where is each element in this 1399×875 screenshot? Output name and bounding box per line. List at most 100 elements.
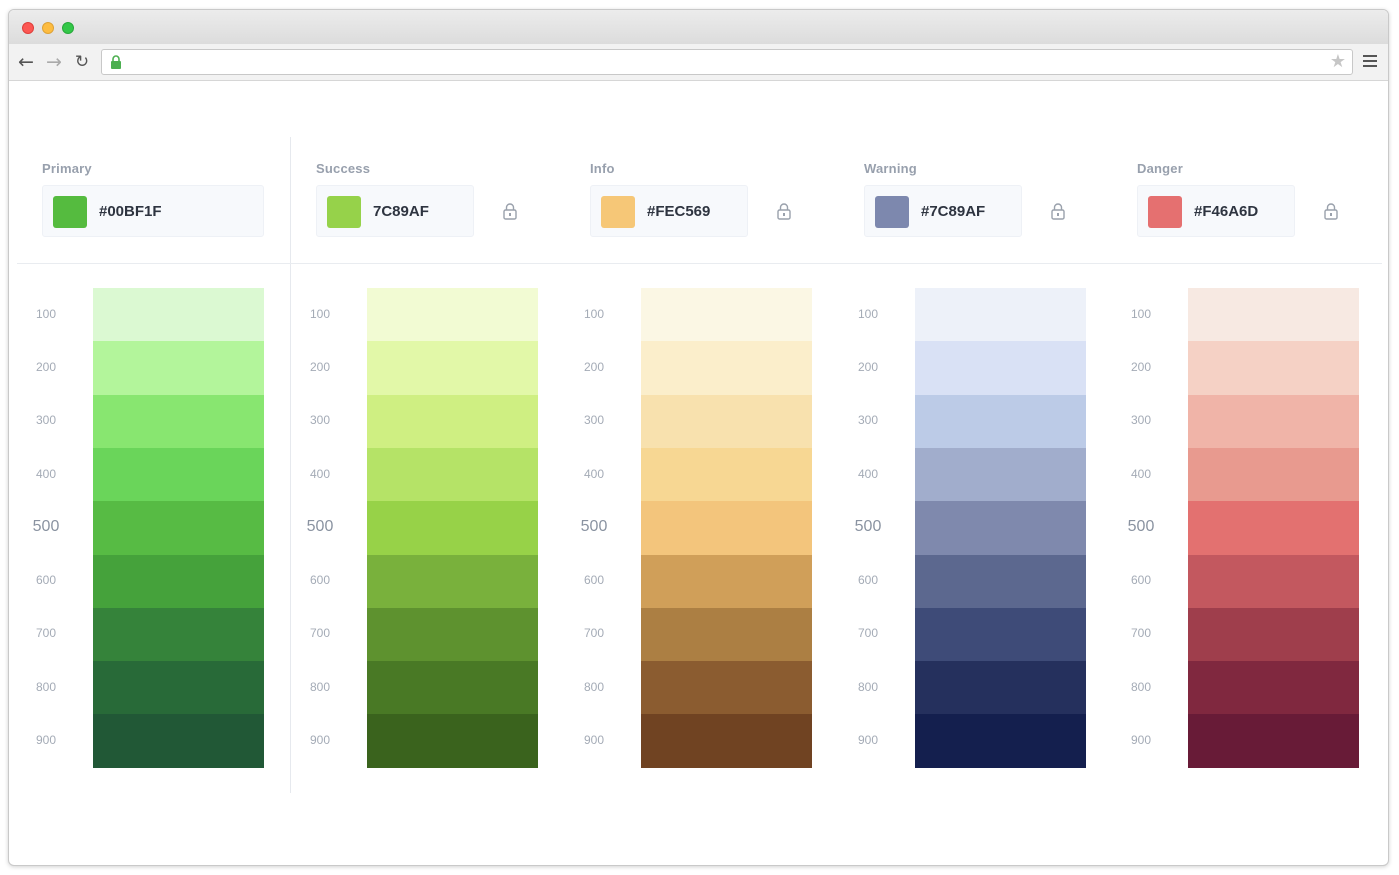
success-shade-500[interactable] (367, 501, 538, 555)
warning-level-300: 300 (857, 413, 879, 428)
info-level-900: 900 (583, 733, 605, 748)
danger-level-400: 400 (1130, 466, 1152, 481)
warning-shade-600[interactable] (915, 554, 1086, 609)
vertical-divider (290, 137, 291, 793)
info-shade-300[interactable] (641, 394, 812, 449)
info-level-600: 600 (583, 573, 605, 588)
success-level-700: 700 (309, 626, 331, 641)
browser-window: ← → ↻ ★ Primary #00BF1F 100 200 300 400 500 600… (8, 9, 1389, 866)
primary-shade-400[interactable] (93, 447, 264, 502)
info-swatch[interactable] (601, 196, 635, 228)
danger-shade-900[interactable] (1188, 714, 1359, 769)
info-shade-100[interactable] (641, 288, 812, 342)
primary-shade-900[interactable] (93, 714, 264, 769)
primary-level-600: 600 (35, 573, 57, 588)
success-swatch[interactable] (327, 196, 361, 228)
warning-shade-100[interactable] (915, 288, 1086, 342)
warning-lock-icon[interactable] (1050, 202, 1066, 220)
danger-swatch[interactable] (1148, 196, 1182, 228)
primary-level-400: 400 (35, 466, 57, 481)
reload-icon[interactable]: ↻ (71, 51, 93, 73)
info-shade-900[interactable] (641, 714, 812, 769)
primary-shade-800[interactable] (93, 661, 264, 715)
danger-color-input[interactable]: #F46A6D (1137, 185, 1295, 237)
danger-shade-700[interactable] (1188, 607, 1359, 662)
warning-shade-700[interactable] (915, 607, 1086, 662)
address-bar[interactable]: ★ (101, 49, 1353, 75)
danger-shade-500[interactable] (1188, 501, 1359, 555)
success-lock-icon[interactable] (502, 202, 518, 220)
warning-level-800: 800 (857, 679, 879, 694)
success-shade-300[interactable] (367, 394, 538, 449)
danger-shade-600[interactable] (1188, 554, 1359, 609)
info-shade-200[interactable] (641, 341, 812, 396)
primary-swatch[interactable] (53, 196, 87, 228)
primary-level-700: 700 (35, 626, 57, 641)
warning-shade-800[interactable] (915, 661, 1086, 715)
primary-level-300: 300 (35, 413, 57, 428)
primary-label: Primary (42, 161, 92, 176)
info-shade-500[interactable] (641, 501, 812, 555)
primary-color-input[interactable]: #00BF1F (42, 185, 264, 237)
danger-lock-icon[interactable] (1323, 202, 1339, 220)
primary-level-100: 100 (35, 306, 57, 321)
bookmark-star-icon[interactable]: ★ (1330, 51, 1346, 72)
warning-label: Warning (864, 161, 917, 176)
warning-swatch[interactable] (875, 196, 909, 228)
success-level-300: 300 (309, 413, 331, 428)
info-shade-600[interactable] (641, 554, 812, 609)
maximize-window-button[interactable] (62, 22, 74, 34)
info-level-700: 700 (583, 626, 605, 641)
success-color-input[interactable]: 7C89AF (316, 185, 474, 237)
success-shade-600[interactable] (367, 554, 538, 609)
primary-shade-700[interactable] (93, 607, 264, 662)
success-shade-700[interactable] (367, 607, 538, 662)
minimize-window-button[interactable] (42, 22, 54, 34)
hamburger-menu-icon[interactable] (1363, 55, 1377, 67)
info-level-500: 500 (580, 517, 608, 535)
warning-shade-200[interactable] (915, 341, 1086, 396)
primary-shade-200[interactable] (93, 341, 264, 396)
danger-shade-800[interactable] (1188, 661, 1359, 715)
success-label: Success (316, 161, 371, 176)
danger-shade-100[interactable] (1188, 288, 1359, 342)
warning-hex-value: #7C89AF (921, 203, 986, 220)
info-lock-icon[interactable] (776, 202, 792, 220)
info-level-800: 800 (583, 679, 605, 694)
warning-shade-500[interactable] (915, 501, 1086, 555)
success-shade-100[interactable] (367, 288, 538, 342)
success-shade-800[interactable] (367, 661, 538, 715)
primary-shade-600[interactable] (93, 554, 264, 609)
primary-level-500: 500 (32, 517, 60, 535)
danger-shade-300[interactable] (1188, 394, 1359, 449)
danger-level-900: 900 (1130, 733, 1152, 748)
primary-shade-500[interactable] (93, 501, 264, 555)
lock-icon (111, 55, 121, 69)
warning-level-900: 900 (857, 733, 879, 748)
info-shade-400[interactable] (641, 447, 812, 502)
success-shade-900[interactable] (367, 714, 538, 769)
info-shade-800[interactable] (641, 661, 812, 715)
danger-level-100: 100 (1130, 306, 1152, 321)
warning-color-input[interactable]: #7C89AF (864, 185, 1022, 237)
warning-shade-400[interactable] (915, 447, 1086, 502)
primary-shade-100[interactable] (93, 288, 264, 342)
warning-level-700: 700 (857, 626, 879, 641)
info-shade-700[interactable] (641, 607, 812, 662)
warning-shade-300[interactable] (915, 394, 1086, 449)
warning-shade-900[interactable] (915, 714, 1086, 769)
info-level-200: 200 (583, 359, 605, 374)
close-window-button[interactable] (22, 22, 34, 34)
danger-shade-200[interactable] (1188, 341, 1359, 396)
success-shade-400[interactable] (367, 447, 538, 502)
back-arrow-icon[interactable]: ← (15, 51, 37, 73)
warning-level-100: 100 (857, 306, 879, 321)
forward-arrow-icon[interactable]: → (43, 51, 65, 73)
danger-shade-400[interactable] (1188, 447, 1359, 502)
primary-shade-300[interactable] (93, 394, 264, 449)
info-color-input[interactable]: #FEC569 (590, 185, 748, 237)
info-level-100: 100 (583, 306, 605, 321)
success-shade-200[interactable] (367, 341, 538, 396)
palette-content: Primary #00BF1F 100 200 300 400 500 600 700 800 90… (9, 81, 1388, 865)
danger-level-300: 300 (1130, 413, 1152, 428)
